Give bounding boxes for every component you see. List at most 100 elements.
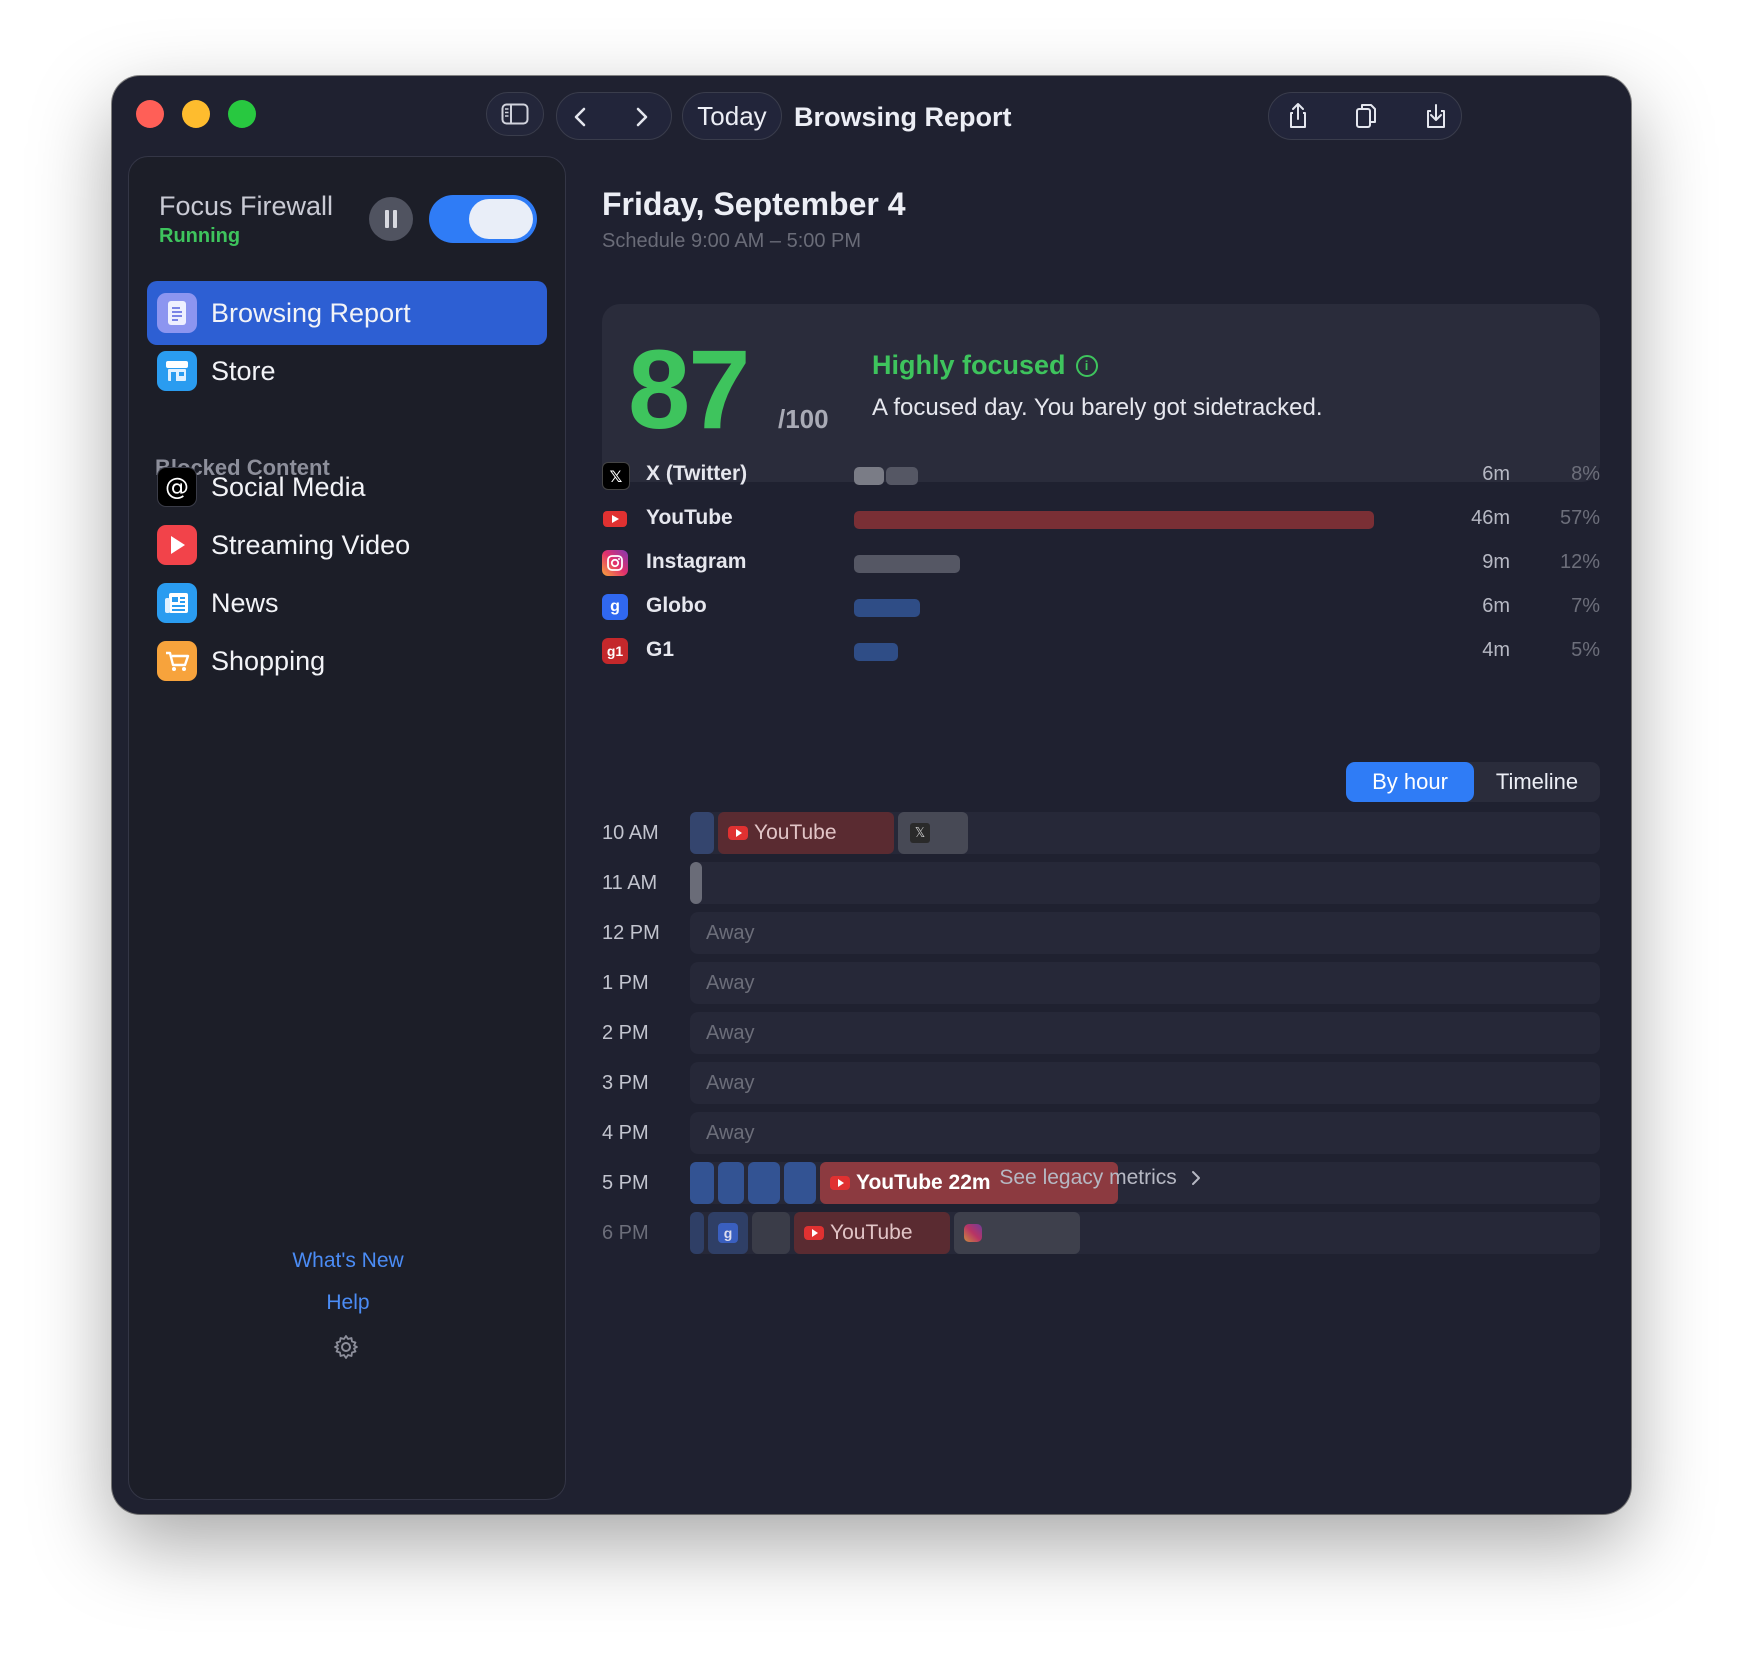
focus-score-max: /100 (778, 404, 829, 435)
copy-icon[interactable] (1351, 101, 1381, 131)
at-sign-icon: @ (157, 467, 197, 507)
hour-row: 2 PM Away (602, 1012, 1600, 1054)
hour-row: 12 PM Away (602, 912, 1600, 954)
pause-icon (385, 210, 389, 228)
site-minutes: 4m (1482, 639, 1510, 662)
youtube-logo-icon (804, 1226, 824, 1240)
site-row-globo[interactable]: g Globo 6m 7% (602, 592, 1600, 622)
hour-label: 2 PM (602, 1022, 649, 1045)
hour-label: 10 AM (602, 822, 659, 845)
chevron-right-icon[interactable] (629, 105, 653, 129)
hour-label: 11 AM (602, 872, 657, 895)
minimize-window-button[interactable] (182, 100, 210, 128)
hour-label: 6 PM (602, 1222, 649, 1245)
hour-track: Away (690, 1112, 1600, 1154)
sidebar-item-store[interactable]: Store (147, 339, 547, 403)
away-label: Away (706, 1072, 755, 1095)
chevron-right-icon (1189, 1170, 1203, 1186)
sidebar-item-browsing-report[interactable]: Browsing Report (147, 281, 547, 345)
legacy-metrics-link[interactable]: See legacy metrics (602, 1166, 1600, 1190)
sidebar-item-label: Shopping (211, 646, 325, 677)
youtube-block[interactable]: YouTube (794, 1212, 950, 1254)
sidebar-item-shopping[interactable]: Shopping (147, 629, 547, 693)
info-icon[interactable]: i (1076, 355, 1098, 377)
hour-track: Away (690, 912, 1600, 954)
activity-block[interactable] (690, 1212, 704, 1254)
sidebar-item-social-media[interactable]: @ Social Media (147, 455, 547, 519)
by-hour-tab[interactable]: By hour (1346, 762, 1474, 802)
site-name: X (Twitter) (646, 462, 747, 486)
site-percent: 8% (1571, 463, 1600, 486)
x-logo-icon: 𝕏 (910, 823, 930, 843)
site-name: Instagram (646, 550, 746, 574)
hour-track (690, 862, 1600, 904)
timeline-tab[interactable]: Timeline (1474, 762, 1600, 802)
instagram-logo-icon (602, 550, 628, 576)
instagram-block[interactable] (954, 1212, 1080, 1254)
today-button[interactable]: Today (682, 92, 782, 140)
site-row-instagram[interactable]: Instagram 9m 12% (602, 548, 1600, 578)
hour-label: 1 PM (602, 972, 649, 995)
hour-track: Away (690, 1062, 1600, 1104)
legacy-metrics-label: See legacy metrics (999, 1166, 1176, 1189)
usage-bar (854, 555, 960, 573)
zoom-window-button[interactable] (228, 100, 256, 128)
hour-track: Away (690, 1012, 1600, 1054)
g1-logo-icon: g1 (602, 638, 628, 664)
app-title: Focus Firewall (159, 191, 333, 222)
download-icon[interactable] (1421, 101, 1451, 131)
activity-block[interactable] (752, 1212, 790, 1254)
chevron-left-icon[interactable] (569, 105, 593, 129)
site-row-youtube[interactable]: YouTube 46m 57% (602, 504, 1600, 534)
hour-label: 4 PM (602, 1122, 649, 1145)
site-percent: 7% (1571, 595, 1600, 618)
youtube-block[interactable]: YouTube (718, 812, 894, 854)
hour-row: 1 PM Away (602, 962, 1600, 1004)
store-icon (157, 351, 197, 391)
settings-button[interactable] (332, 1333, 360, 1366)
sidebar-item-label: Store (211, 356, 276, 387)
schedule-text: Schedule 9:00 AM – 5:00 PM (602, 230, 861, 253)
sidebar-item-news[interactable]: News (147, 571, 547, 635)
site-row-g1[interactable]: g1 G1 4m 5% (602, 636, 1600, 666)
site-row-x-twitter[interactable]: 𝕏 X (Twitter) 6m 8% (602, 460, 1600, 490)
site-name: G1 (646, 638, 674, 662)
report-date: Friday, September 4 (602, 186, 906, 223)
site-percent: 5% (1571, 639, 1600, 662)
activity-block[interactable] (690, 812, 714, 854)
report-icon (157, 293, 197, 333)
firewall-toggle[interactable] (429, 195, 537, 243)
globo-block[interactable]: g (708, 1212, 748, 1254)
globo-logo-icon: g (602, 594, 628, 620)
hour-row: 11 AM (602, 862, 1600, 904)
sidebar-toggle-button[interactable] (486, 92, 544, 136)
away-label: Away (706, 922, 755, 945)
away-label: Away (706, 1122, 755, 1145)
hour-label: 3 PM (602, 1072, 649, 1095)
activity-block[interactable] (690, 862, 702, 904)
block-label: YouTube (830, 1221, 913, 1245)
sidebar-item-streaming-video[interactable]: Streaming Video (147, 513, 547, 577)
away-label: Away (706, 1022, 755, 1045)
whats-new-link[interactable]: What's New (129, 1249, 567, 1273)
hour-track: YouTube 𝕏 (690, 812, 1600, 854)
block-label: YouTube (754, 821, 837, 845)
focus-verdict-text: Highly focused (872, 350, 1066, 381)
toolbar-actions (1268, 92, 1462, 140)
focus-score-card: 87 /100 Highly focused i A focused day. … (602, 304, 1600, 482)
usage-bar (854, 599, 920, 617)
instagram-logo-icon (964, 1224, 982, 1242)
usage-bar (854, 467, 884, 485)
help-link[interactable]: Help (129, 1291, 567, 1315)
x-block[interactable]: 𝕏 (898, 812, 968, 854)
focus-score: 87 (628, 334, 749, 446)
share-icon[interactable] (1283, 101, 1313, 131)
site-minutes: 6m (1482, 595, 1510, 618)
close-window-button[interactable] (136, 100, 164, 128)
sidebar: Focus Firewall Running Browsing Report S… (128, 156, 566, 1500)
gear-icon (332, 1333, 360, 1361)
pause-button[interactable] (369, 197, 413, 241)
site-minutes: 46m (1471, 507, 1510, 530)
usage-bar (886, 467, 918, 485)
hour-row: 4 PM Away (602, 1112, 1600, 1154)
